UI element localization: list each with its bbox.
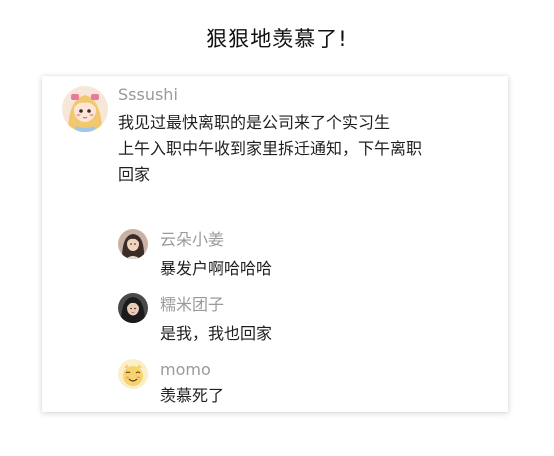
comment-card: Sssushi 我见过最快离职的是公司来了个实习生 上午入职中午收到家里拆迁通知… <box>42 76 508 412</box>
post-text-line: 上午入职中午收到家里拆迁通知，下午离职 <box>118 139 423 158</box>
anime-girl-avatar-icon[interactable] <box>62 86 108 132</box>
reply-text: 羡慕死了 <box>160 386 225 405</box>
reply-text: 暴发户啊哈哈哈 <box>160 259 273 278</box>
reply-text: 是我，我也回家 <box>160 324 273 343</box>
portrait-avatar-icon[interactable] <box>118 293 148 323</box>
post-text-line: 回家 <box>118 165 151 184</box>
post-text-line: 我见过最快离职的是公司来了个实习生 <box>118 113 391 132</box>
post-author[interactable]: Sssushi <box>118 85 178 105</box>
reply-author[interactable]: 糯米团子 <box>160 295 224 315</box>
reply-author[interactable]: 云朵小姜 <box>160 230 224 250</box>
cartoon-face-avatar-icon[interactable] <box>118 359 148 389</box>
reply-author[interactable]: momo <box>160 360 211 380</box>
page-title: 狠狠地羡慕了! <box>206 27 348 51</box>
portrait-avatar-icon[interactable] <box>118 229 148 259</box>
